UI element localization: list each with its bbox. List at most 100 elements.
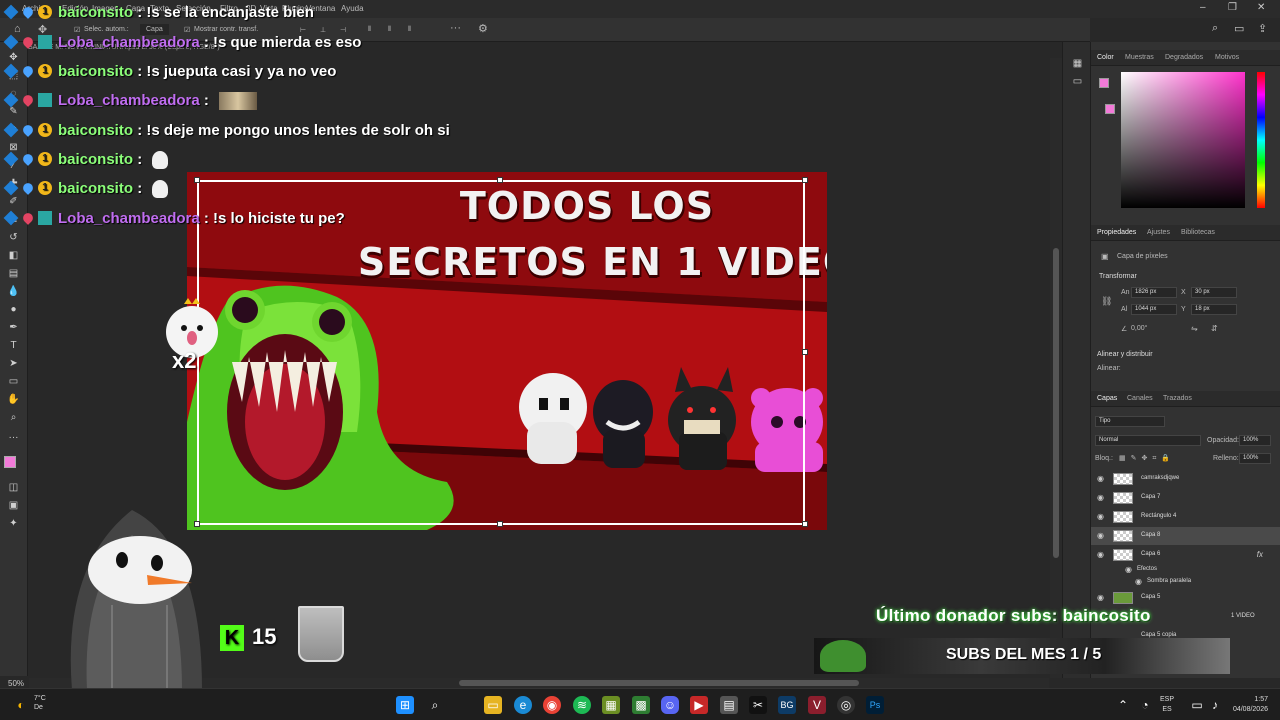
tab-bibliotecas[interactable]: Bibliotecas xyxy=(1181,229,1215,236)
store-icon[interactable]: ▤ xyxy=(720,696,738,714)
distribute-center-icon[interactable]: ⫴ xyxy=(388,26,391,34)
auto-select-checkbox[interactable]: ☑ xyxy=(74,26,80,34)
eye-icon[interactable]: ◉ xyxy=(1097,593,1104,602)
tab-propiedades[interactable]: Propiedades xyxy=(1097,229,1136,236)
chrome-icon[interactable]: ◉ xyxy=(543,696,561,714)
menu-ayuda[interactable]: Ayuda xyxy=(341,4,364,13)
lock-icons[interactable]: ▦✎✥⌗🔒 xyxy=(1119,454,1175,463)
eye-icon[interactable]: ◉ xyxy=(1135,577,1142,586)
tab-muestras[interactable]: Muestras xyxy=(1125,54,1154,61)
opacity-field[interactable]: 100% xyxy=(1239,435,1271,446)
photoshop-icon[interactable]: Ps xyxy=(866,696,884,714)
wifi-icon[interactable]: ◔ xyxy=(1136,696,1154,714)
history-brush-icon[interactable]: ↺ xyxy=(7,232,20,244)
fill-field[interactable]: 100% xyxy=(1239,453,1271,464)
layer-row[interactable]: ◉ Rectángulo 4 xyxy=(1091,508,1280,526)
height-field[interactable]: 1044 px xyxy=(1131,304,1177,315)
transform-handle-top-left[interactable] xyxy=(194,177,200,183)
layer-row[interactable]: ◉ Capa 6 fx xyxy=(1091,546,1280,564)
generative-icon[interactable]: ✦ xyxy=(7,518,20,530)
clock[interactable]: 1:57 04/08/2026 xyxy=(1224,695,1268,715)
eye-icon[interactable]: ◉ xyxy=(1097,531,1104,540)
blend-mode-dropdown[interactable]: Normal xyxy=(1095,435,1201,446)
angle-field[interactable]: 0,00° xyxy=(1131,325,1147,332)
file-explorer-icon[interactable]: ▭ xyxy=(484,696,502,714)
valorant-icon[interactable]: V xyxy=(808,696,826,714)
tab-canales[interactable]: Canales xyxy=(1127,395,1153,402)
maximize-icon[interactable]: ❐ xyxy=(1228,2,1237,13)
hue-slider[interactable] xyxy=(1257,72,1265,208)
minimize-icon[interactable]: – xyxy=(1200,2,1206,13)
tab-capas[interactable]: Capas xyxy=(1097,395,1117,402)
transform-section-title[interactable]: Transformar xyxy=(1099,273,1137,280)
transform-handle-top-right[interactable] xyxy=(802,177,808,183)
x-field[interactable]: 30 px xyxy=(1191,287,1237,298)
volume-icon[interactable]: ♪ xyxy=(1206,696,1224,714)
weather-icon[interactable]: ◐ xyxy=(12,696,30,714)
more-tools-icon[interactable]: ··· xyxy=(7,432,20,444)
search-icon[interactable]: ⌕ xyxy=(1212,22,1218,35)
transform-handle-top[interactable] xyxy=(497,177,503,183)
quick-mask-icon[interactable]: ◫ xyxy=(7,482,20,494)
weather-widget[interactable]: 7°C De xyxy=(34,694,46,712)
align-right-icon[interactable]: ⊣ xyxy=(340,26,346,34)
transform-bounding-box[interactable] xyxy=(197,180,805,525)
spotify-icon[interactable]: ≋ xyxy=(573,696,591,714)
layer-row[interactable]: ◉ camraksdjqwe xyxy=(1091,470,1280,488)
pen-tool-icon[interactable]: ✒ xyxy=(7,322,20,334)
align-section-title[interactable]: Alinear y distribuir xyxy=(1097,351,1153,358)
history-panel-icon[interactable]: ▦ xyxy=(1071,58,1084,70)
transform-handle-right[interactable] xyxy=(802,349,808,355)
tab-motivos[interactable]: Motivos xyxy=(1215,54,1239,61)
flip-horizontal-icon[interactable]: ⇋ xyxy=(1191,324,1198,333)
blur-tool-icon[interactable]: 💧 xyxy=(7,286,20,298)
y-field[interactable]: 18 px xyxy=(1191,304,1237,315)
vertical-scroll-thumb[interactable] xyxy=(1053,248,1059,558)
tab-trazados[interactable]: Trazados xyxy=(1163,395,1192,402)
tab-ajustes[interactable]: Ajustes xyxy=(1147,229,1170,236)
windows-start-icon[interactable]: ⊞ xyxy=(396,696,414,714)
brush-tool-icon[interactable]: ✐ xyxy=(7,196,20,208)
eye-icon[interactable]: ◉ xyxy=(1097,550,1104,559)
language-indicator[interactable]: ESP ES xyxy=(1160,695,1174,715)
youtube-app-icon[interactable]: ▶ xyxy=(690,696,708,714)
show-transform-checkbox[interactable]: ☑ xyxy=(184,26,190,34)
distribute-left-icon[interactable]: ⫴ xyxy=(368,26,371,34)
text-tool-icon[interactable]: T xyxy=(7,340,20,352)
zoom-tool-icon[interactable]: ⌕ xyxy=(7,412,20,424)
eraser-tool-icon[interactable]: ◧ xyxy=(7,250,20,262)
gear-icon[interactable]: ⚙ xyxy=(478,22,488,35)
tab-color[interactable]: Color xyxy=(1097,54,1114,61)
edge-icon[interactable]: e xyxy=(514,696,532,714)
workspace-icon[interactable]: ▭ xyxy=(1234,22,1244,35)
background-swatch[interactable] xyxy=(1105,104,1115,114)
eye-icon[interactable]: ◉ xyxy=(1097,474,1104,483)
capcut-icon[interactable]: ✂ xyxy=(749,696,767,714)
close-icon[interactable]: ✕ xyxy=(1257,2,1265,13)
obs-icon[interactable]: ◎ xyxy=(837,696,855,714)
zoom-level[interactable]: 50% xyxy=(8,679,24,688)
transform-handle-bottom-right[interactable] xyxy=(802,521,808,527)
layer-row[interactable]: ◉ Capa 7 xyxy=(1091,489,1280,507)
foreground-color-swatch[interactable] xyxy=(4,456,16,468)
eye-icon[interactable]: ◉ xyxy=(1097,493,1104,502)
layer-row-selected[interactable]: ◉ Capa 8 xyxy=(1091,527,1280,545)
link-icon[interactable]: ⛓ xyxy=(1101,296,1112,307)
vertical-scrollbar[interactable] xyxy=(1050,58,1062,678)
layer-effect-row[interactable]: ◉ Sombra paralela xyxy=(1091,575,1280,589)
tray-chevron-up-icon[interactable]: ⌃ xyxy=(1114,696,1132,714)
shape-tool-icon[interactable]: ▭ xyxy=(7,376,20,388)
layer-effects-icon[interactable]: fx xyxy=(1257,550,1263,559)
flip-vertical-icon[interactable]: ⇵ xyxy=(1211,324,1218,333)
transform-handle-bottom[interactable] xyxy=(497,521,503,527)
eye-icon[interactable]: ◉ xyxy=(1097,512,1104,521)
dodge-tool-icon[interactable]: ● xyxy=(7,304,20,316)
foreground-swatch[interactable] xyxy=(1099,78,1109,88)
width-field[interactable]: 1826 px xyxy=(1131,287,1177,298)
align-center-icon[interactable]: ⊥ xyxy=(320,26,326,34)
share-icon[interactable]: ⇪ xyxy=(1258,22,1267,35)
path-select-icon[interactable]: ➤ xyxy=(7,358,20,370)
comments-panel-icon[interactable]: ▭ xyxy=(1071,76,1084,88)
minecraft-launcher-icon[interactable]: ▩ xyxy=(632,696,650,714)
hand-tool-icon[interactable]: ✋ xyxy=(7,394,20,406)
